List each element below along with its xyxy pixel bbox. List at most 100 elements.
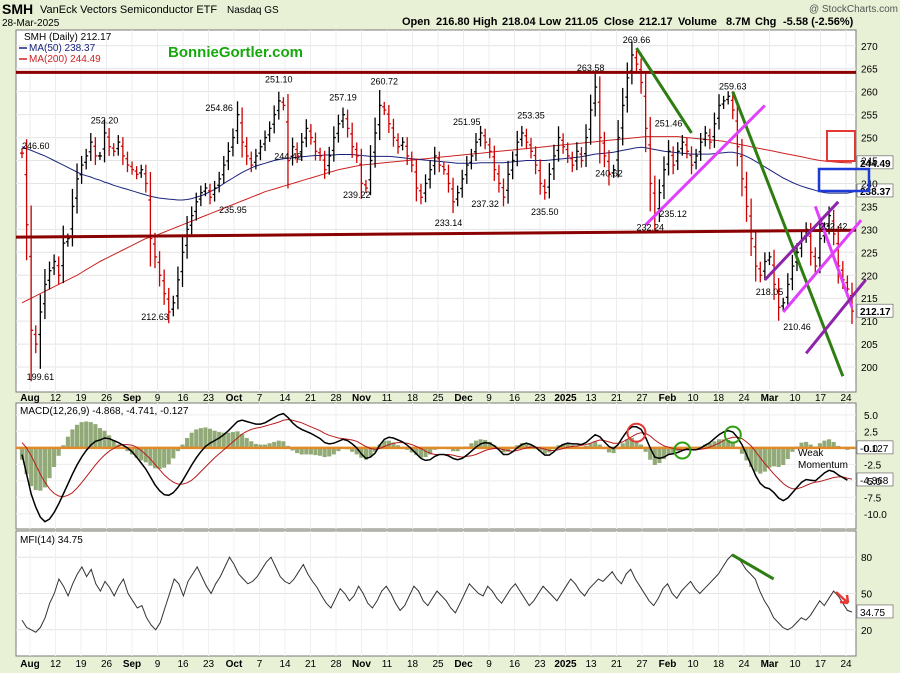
price-label: 251.95 — [453, 117, 481, 127]
macd-histogram-bar — [776, 447, 781, 467]
macd-histogram-bar — [185, 437, 190, 448]
macd-histogram-bar — [97, 428, 103, 448]
x-tick-label-bottom: 11 — [382, 659, 393, 670]
watermark: @ StockCharts.com — [809, 4, 898, 15]
low-value: 211.05 — [565, 16, 598, 28]
x-tick-label-top: 16 — [177, 393, 189, 404]
x-tick-label-top: 9 — [155, 393, 161, 404]
mfi-y-tick: 50 — [861, 590, 873, 601]
x-tick-label-top: 25 — [432, 393, 444, 404]
macd-histogram-bar — [65, 436, 70, 448]
x-tick-label-bottom: 10 — [687, 659, 699, 670]
x-tick-label-bottom: 23 — [203, 659, 215, 670]
macd-histogram-bar — [827, 439, 832, 448]
price-y-tick: 210 — [861, 317, 878, 328]
x-tick-label-bottom: 18 — [713, 659, 725, 670]
macd-y-tick: -10.0 — [864, 510, 887, 521]
close-value: 212.17 — [639, 16, 673, 28]
macd-panel — [15, 402, 857, 530]
macd-histogram-bar — [322, 447, 327, 458]
macd-annotation-2: Momentum — [798, 460, 848, 471]
x-tick-label-bottom: 24 — [840, 659, 852, 670]
price-y-tick: 200 — [861, 363, 878, 374]
close-label: Close — [604, 16, 634, 28]
price-label: 218.05 — [756, 287, 784, 297]
macd-y-tick: 2.5 — [864, 427, 878, 438]
chart-date: 28-Mar-2025 — [2, 18, 60, 29]
macd-histogram-bar — [194, 429, 199, 448]
x-tick-label-top: Mar — [761, 393, 779, 404]
x-tick-label-top: 28 — [330, 393, 342, 404]
volume-label: Volume — [678, 16, 717, 28]
x-tick-label-bottom: Dec — [454, 659, 473, 670]
x-tick-label-top: 17 — [815, 393, 827, 404]
macd-histogram-bar — [217, 432, 222, 448]
price-label: 235.50 — [531, 207, 559, 217]
mfi-y-tick: 80 — [861, 553, 873, 564]
x-tick-label-bottom: Mar — [761, 659, 779, 670]
macd-histogram-bar — [230, 432, 236, 448]
x-tick-label-bottom: Sep — [123, 659, 141, 670]
macd-histogram-bar — [785, 447, 790, 460]
macd-y-tick: 0.0 — [864, 444, 878, 455]
price-label: 235.12 — [659, 209, 687, 219]
price-y-tick: 205 — [861, 340, 878, 351]
macd-histogram-bar — [657, 447, 662, 464]
chg-value: -5.58 (-2.56%) — [783, 16, 854, 28]
legend-ma200: MA(200) 244.49 — [29, 54, 101, 65]
mfi-title: MFI(14) 34.75 — [20, 535, 83, 546]
price-label: 269.66 — [623, 35, 651, 45]
macd-histogram-bar — [327, 447, 332, 457]
x-tick-label-bottom: Aug — [20, 659, 39, 670]
x-tick-label-bottom: 25 — [432, 659, 444, 670]
x-tick-label-bottom: 10 — [789, 659, 801, 670]
macd-histogram-bar — [107, 435, 112, 448]
x-tick-label-bottom: 19 — [75, 659, 87, 670]
macd-histogram-bar — [52, 447, 57, 467]
price-y-tick: 225 — [861, 248, 878, 259]
price-label: 251.46 — [655, 119, 683, 129]
macd-histogram-bar — [198, 428, 203, 448]
price-y-tick: 250 — [861, 134, 878, 145]
high-value: 218.04 — [502, 16, 537, 28]
macd-histogram-bar — [74, 424, 80, 448]
x-tick-label-top: 23 — [203, 393, 215, 404]
x-tick-label-top: 24 — [738, 393, 750, 404]
quote-strip: Open 216.80 High 218.04 Low 211.05 Close… — [402, 16, 854, 28]
x-tick-label-top: Nov — [352, 393, 371, 404]
price-y-tick: 215 — [861, 294, 878, 305]
exchange: Nasdaq GS — [227, 5, 279, 16]
x-tick-label-top: 18 — [407, 393, 419, 404]
price-label: 263.58 — [577, 63, 605, 73]
macd-histogram-bar — [166, 447, 171, 465]
x-tick-label-bottom: 16 — [177, 659, 189, 670]
x-tick-label-top: Dec — [454, 393, 473, 404]
macd-histogram-bar — [79, 422, 84, 448]
price-y-tick: 265 — [861, 65, 878, 76]
macd-histogram-bar — [38, 447, 43, 491]
legend-smh: SMH (Daily) 212.17 — [24, 32, 112, 43]
x-tick-label-bottom: 14 — [279, 659, 291, 670]
macd-histogram-bar — [758, 447, 763, 474]
price-label: 212.63 — [141, 312, 169, 322]
x-tick-label-top: 18 — [713, 393, 725, 404]
x-tick-label-bottom: 16 — [509, 659, 521, 670]
stock-chart: 246.60 199.61 252.20 212.63 254.86 235.95 251.… — [2, 1, 898, 670]
macd-histogram-bar — [70, 429, 75, 448]
macd-histogram-bar — [47, 447, 52, 479]
macd-y-tick: -7.5 — [864, 493, 882, 504]
macd-histogram-bar — [240, 434, 245, 448]
x-tick-label-bottom: 27 — [636, 659, 648, 670]
x-tick-label-bottom: 7 — [257, 659, 263, 670]
x-tick-label-bottom: 26 — [101, 659, 113, 670]
x-tick-label-top: 26 — [101, 393, 113, 404]
high-label: High — [473, 16, 498, 28]
macd-histogram-bar — [162, 447, 167, 468]
macd-histogram-bar — [244, 437, 249, 448]
x-tick-label-bottom: 9 — [155, 659, 161, 670]
x-tick-label-bottom: 17 — [815, 659, 827, 670]
price-label: 239.22 — [343, 190, 371, 200]
x-tick-label-bottom: Nov — [352, 659, 371, 670]
x-tick-label-top: 12 — [50, 393, 62, 404]
price-y-tick: 270 — [861, 42, 878, 53]
